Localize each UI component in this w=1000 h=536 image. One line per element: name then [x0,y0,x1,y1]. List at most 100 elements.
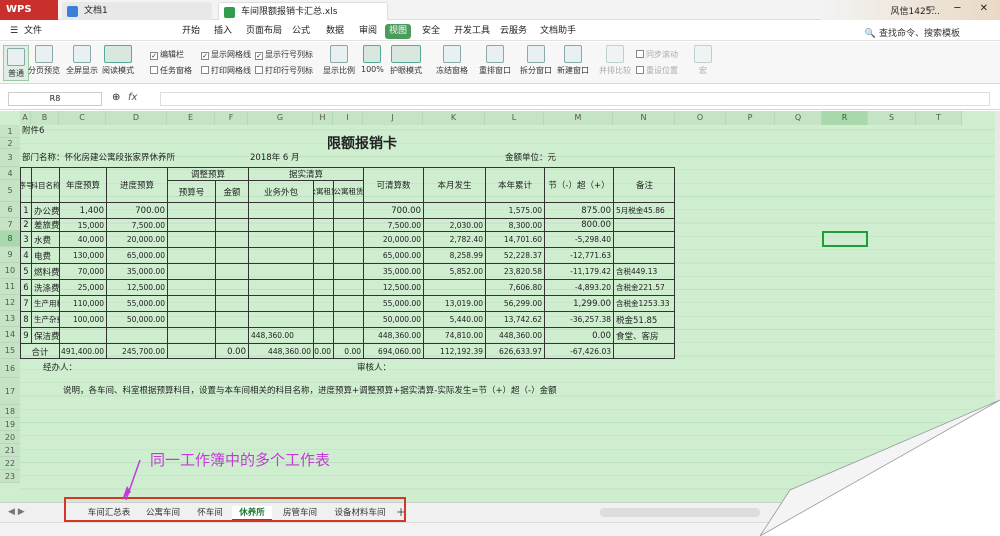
check-headings[interactable]: ✓ 显示行号列标 [255,50,313,60]
vertical-scrollbar[interactable] [995,111,1000,502]
column-header-T[interactable]: T [916,111,962,125]
row-header-23[interactable]: 23 [0,470,20,483]
column-header-B[interactable]: B [31,111,59,125]
column-header-F[interactable]: F [215,111,248,125]
row-header-12[interactable]: 12 [0,295,20,311]
name-box[interactable]: R8 [8,92,102,106]
amount-unit[interactable]: 金额单位：元 [505,153,556,163]
menu-developer[interactable]: 开发工具 [450,24,494,39]
column-header-I[interactable]: I [333,111,363,125]
row-header-2[interactable]: 2 [0,138,20,149]
zoom-button[interactable]: 显示比例 [323,45,355,76]
column-header-M[interactable]: M [544,111,613,125]
new-window-button[interactable]: 新建窗口 [557,45,589,76]
row-header-4[interactable]: 4 [0,167,20,180]
tab-nav-arrows[interactable]: ◀ ▶ [8,507,25,517]
row-header-9[interactable]: 9 [0,247,20,263]
row-header-8[interactable]: 8 [0,231,20,247]
sheet-title[interactable]: 限额报销卡 [327,137,397,151]
zoom-icon[interactable]: ⊕ [112,92,120,103]
menu-insert[interactable]: 插入 [210,24,236,39]
check-formula-bar[interactable]: ✓ 编辑栏 [150,50,184,60]
column-header-R[interactable]: R [822,111,868,125]
column-header-O[interactable]: O [675,111,726,125]
cell-grid[interactable]: 附件6 限额报销卡部门名称：怀化房建公寓段张家界休养所 2018年 6 月 金额单位：… [20,125,995,502]
command-search[interactable]: 🔍 查找命令、搜索模板 [865,26,960,39]
macro-button[interactable]: 宏 [694,45,712,76]
formula-input[interactable] [160,92,990,106]
cell-attachment[interactable]: 附件6 [22,127,44,136]
check-gridlines[interactable]: ✓ 显示网格线 [201,50,251,60]
row-header-19[interactable]: 19 [0,418,20,431]
side-by-side-button[interactable]: 并排比较 [599,45,631,76]
freeze-panes-button[interactable]: 冻结窗格 [436,45,468,76]
row-header-21[interactable]: 21 [0,444,20,457]
file-menu[interactable]: 文件 [20,24,46,39]
menu-formulas[interactable]: 公式 [288,24,314,39]
split-window-button[interactable]: 拆分窗口 [520,45,552,76]
menu-data[interactable]: 数据 [322,24,348,39]
column-header-D[interactable]: D [106,111,167,125]
column-header-N[interactable]: N [613,111,675,125]
row-header-7[interactable]: 7 [0,218,20,231]
wps-logo[interactable]: WPS [0,0,58,20]
menu-cloud[interactable]: 云服务 [496,24,531,39]
row-header-16[interactable]: 16 [0,359,20,378]
worksheet[interactable]: ABCDEFGHIJKLMNOPQRST 1 2 3 4 5 6 7 8 9 10 11 12 13 14… [0,111,995,502]
column-header-K[interactable]: K [423,111,485,125]
menu-review[interactable]: 审阅 [355,24,381,39]
row-header-6[interactable]: 6 [0,202,20,218]
eye-protection-button[interactable]: 护眼模式 [390,45,422,76]
column-header-P[interactable]: P [726,111,775,125]
check-print-gridlines[interactable]: 打印网格线 [201,66,251,76]
footnote[interactable]: 说明，各车间、科室根据预算科目，设置与本车间相关的科目名称，进度预算+调整预算+… [63,387,557,396]
column-header-A[interactable]: A [20,111,31,125]
row-header-13[interactable]: 13 [0,311,20,327]
column-header-E[interactable]: E [167,111,215,125]
row-header-15[interactable]: 15 [0,343,20,359]
horizontal-scrollbar[interactable] [600,508,760,517]
reviewer-label[interactable]: 审核人： [357,364,391,373]
column-header-H[interactable]: H [313,111,333,125]
row-header-20[interactable]: 20 [0,431,20,444]
menu-page-layout[interactable]: 页面布局 [242,24,286,39]
menu-security[interactable]: 安全 [418,24,444,39]
column-header-Q[interactable]: Q [775,111,822,125]
reset-position[interactable]: 重设位置 [636,66,678,76]
row-header-3[interactable]: 3 [0,149,20,167]
arrange-windows-button[interactable]: 重排窗口 [479,45,511,76]
report-period[interactable]: 2018年 6 月 [250,153,299,163]
fullscreen-button[interactable]: 全屏显示 [66,45,98,76]
row-header-11[interactable]: 11 [0,279,20,295]
menu-home[interactable]: 开始 [178,24,204,39]
reading-mode-button[interactable]: 阅读模式 [102,45,134,76]
check-task-pane[interactable]: 任务窗格 [150,66,192,76]
sync-scroll[interactable]: 同步滚动 [636,50,678,60]
row-header-1[interactable]: 1 [0,125,20,138]
column-header-G[interactable]: G [248,111,313,125]
column-header-J[interactable]: J [363,111,423,125]
menu-view[interactable]: 视图 [385,24,412,39]
dept-name[interactable]: 部门名称：怀化房建公寓段张家界休养所 [22,153,175,163]
row-header-22[interactable]: 22 [0,457,20,470]
row-header-17[interactable]: 17 [0,378,20,405]
column-header-L[interactable]: L [485,111,544,125]
active-cell-R8[interactable] [822,231,868,247]
page-break-preview-button[interactable]: 分页预览 [28,45,60,76]
row-header-14[interactable]: 14 [0,327,20,343]
fx-icon[interactable]: fx [128,92,137,103]
column-header-S[interactable]: S [868,111,916,125]
tab-workbook[interactable]: 车间限额报销卡汇总.xls [218,2,388,20]
tab-document1[interactable]: 文档1 [62,2,212,20]
row-header-18[interactable]: 18 [0,405,20,418]
zoom-100-button[interactable]: 100% [361,45,384,74]
check-print-headings[interactable]: 打印行号列标 [255,66,313,76]
column-header-C[interactable]: C [59,111,106,125]
window-controls[interactable]: ▭ ─ ✕ [926,3,996,14]
eye-icon [391,45,421,63]
normal-view-button[interactable]: 普通 [3,45,29,81]
row-header-10[interactable]: 10 [0,263,20,279]
row-header-5[interactable]: 5 [0,180,20,202]
handler-label[interactable]: 经办人： [43,364,77,373]
menu-doc-assistant[interactable]: 文档助手 [536,24,580,39]
